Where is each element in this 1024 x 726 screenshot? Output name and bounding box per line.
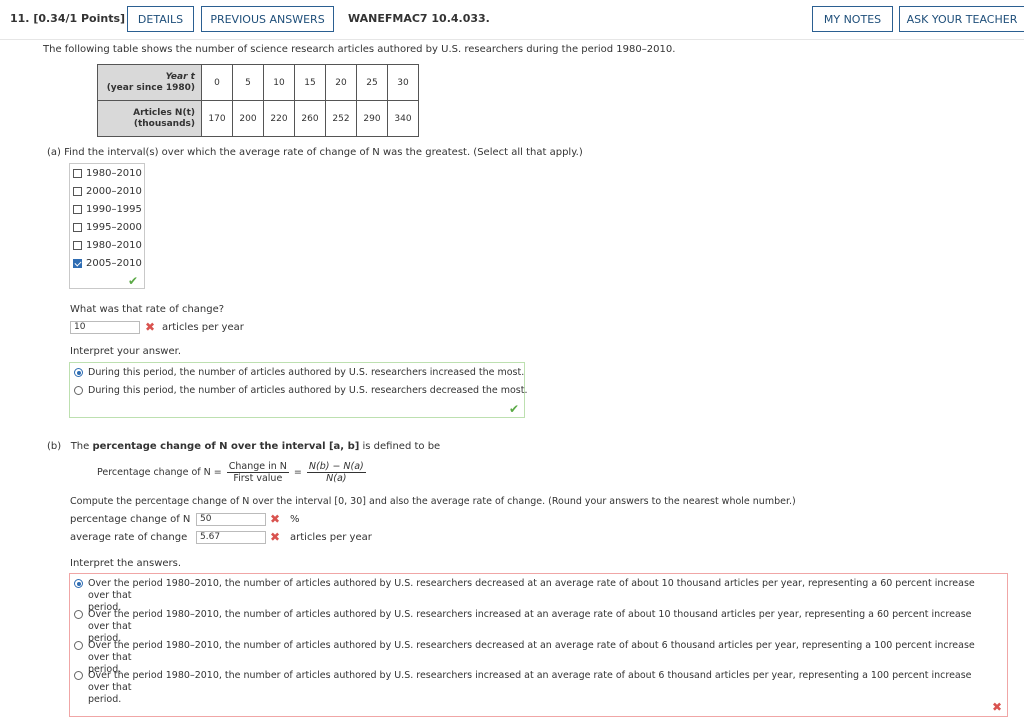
table-cell: 30 — [387, 64, 419, 101]
incorrect-x-icon: ✖ — [145, 320, 156, 334]
compute-text: Compute the percentage change of N over … — [70, 496, 796, 507]
incorrect-x-icon: ✖ — [270, 512, 281, 526]
question-header: 11. [0.34/1 Points] DETAILS PREVIOUS ANS… — [0, 0, 1024, 40]
checkbox-label: 2000–2010 — [86, 185, 142, 197]
fraction-1: Change in N First value — [226, 461, 289, 484]
radio-option[interactable]: During this period, the number of articl… — [74, 385, 527, 397]
checkbox[interactable] — [73, 204, 82, 214]
pct-label: percentage change of N — [70, 514, 191, 525]
part-a-prompt: (a) Find the interval(s) over which the … — [47, 147, 583, 158]
radio-label: During this period, the number of articl… — [88, 367, 525, 378]
intro-text: The following table shows the number of … — [43, 44, 676, 55]
table-cell: 10 — [263, 64, 295, 101]
equals-sign: = — [293, 467, 302, 478]
table-cell: 252 — [325, 100, 357, 137]
articles-header-line2: (thousands) — [133, 118, 195, 129]
percentage-formula: Percentage change of N = Change in N Fir… — [97, 461, 371, 484]
table-cell: 25 — [356, 64, 388, 101]
checkbox-option[interactable]: 2005–2010 — [73, 256, 142, 270]
correct-check-icon: ✔ — [128, 274, 139, 288]
table-cell: 340 — [387, 100, 419, 137]
checkbox-label: 1980–2010 — [86, 167, 142, 179]
year-header-line1: Year t — [165, 71, 195, 82]
radio[interactable] — [74, 671, 83, 680]
avg-unit: articles per year — [290, 532, 372, 543]
table-cell: 15 — [294, 64, 326, 101]
radio-line1: Over the period 1980–2010, the number of… — [88, 578, 975, 601]
checkbox-label: 2005–2010 — [86, 257, 142, 269]
prompt-post: is defined to be — [359, 441, 441, 452]
frac1-denominator: First value — [233, 473, 283, 484]
checkbox-label: 1995–2000 — [86, 221, 142, 233]
radio-option[interactable]: Over the period 1980–2010, the number of… — [74, 670, 994, 706]
avg-input[interactable]: 5.67 — [196, 531, 266, 544]
table-cell: 170 — [201, 100, 233, 137]
articles-header-line1: Articles N(t) — [133, 107, 195, 118]
details-button[interactable]: DETAILS — [127, 6, 194, 32]
radio-line1: Over the period 1980–2010, the number of… — [88, 670, 972, 693]
table-cell: 0 — [201, 64, 233, 101]
checkbox[interactable] — [73, 222, 82, 232]
part-b-prompt: (b) The percentage change of N over the … — [47, 441, 440, 452]
pct-input[interactable]: 50 — [196, 513, 266, 526]
ask-teacher-button[interactable]: ASK YOUR TEACHER — [899, 6, 1024, 32]
frac2-numerator: N(b) − N(a) — [306, 461, 366, 473]
checkbox-option[interactable]: 1980–2010 — [73, 238, 142, 252]
data-table: Year t (year since 1980) 0 5 10 15 20 25… — [97, 64, 419, 137]
radio[interactable] — [74, 386, 83, 395]
pct-unit: % — [290, 514, 300, 525]
radio[interactable] — [74, 610, 83, 619]
correct-check-icon: ✔ — [509, 402, 520, 416]
table-cell: 260 — [294, 100, 326, 137]
radio-option[interactable]: During this period, the number of articl… — [74, 367, 524, 379]
incorrect-x-icon: ✖ — [992, 700, 1003, 714]
interpret-label-a: Interpret your answer. — [70, 346, 182, 357]
question-number: 11. [0.34/1 Points] — [10, 12, 126, 25]
checkbox-label: 1980–2010 — [86, 239, 142, 251]
checkbox-checked[interactable] — [73, 258, 82, 268]
articles-header: Articles N(t) (thousands) — [97, 100, 202, 137]
formula-lhs: Percentage change of N = — [97, 467, 222, 478]
previous-answers-button[interactable]: PREVIOUS ANSWERS — [201, 6, 334, 32]
question-code: WANEFMAC7 10.4.033. — [348, 12, 490, 25]
table-cell: 290 — [356, 100, 388, 137]
radio[interactable] — [74, 641, 83, 650]
table-cell: 200 — [232, 100, 264, 137]
checkbox-label: 1990–1995 — [86, 203, 142, 215]
radio-line2: period. — [88, 694, 122, 705]
part-b-label: (b) — [47, 441, 62, 452]
radio-label: During this period, the number of articl… — [88, 385, 528, 396]
fraction-2: N(b) − N(a) N(a) — [306, 461, 366, 484]
table-row: Year t (year since 1980) 0 5 10 15 20 25… — [97, 64, 419, 101]
year-header: Year t (year since 1980) — [97, 64, 202, 101]
frac1-numerator: Change in N — [226, 461, 289, 473]
checkbox-option[interactable]: 2000–2010 — [73, 184, 142, 198]
incorrect-x-icon: ✖ — [270, 530, 281, 544]
rate-question: What was that rate of change? — [70, 304, 225, 315]
checkbox-option[interactable]: 1990–1995 — [73, 202, 142, 216]
rate-unit: articles per year — [162, 322, 244, 333]
table-row: Articles N(t) (thousands) 170 200 220 26… — [97, 100, 419, 137]
radio-line1: Over the period 1980–2010, the number of… — [88, 640, 975, 663]
my-notes-button[interactable]: MY NOTES — [812, 6, 893, 32]
avg-label: average rate of change — [70, 532, 188, 543]
checkbox[interactable] — [73, 168, 82, 178]
checkbox-option[interactable]: 1980–2010 — [73, 166, 142, 180]
frac2-denominator: N(a) — [326, 473, 347, 484]
table-cell: 5 — [232, 64, 264, 101]
radio-line1: Over the period 1980–2010, the number of… — [88, 609, 972, 632]
radio-selected[interactable] — [74, 368, 83, 377]
checkbox[interactable] — [73, 186, 82, 196]
table-cell: 220 — [263, 100, 295, 137]
radio-label: Over the period 1980–2010, the number of… — [88, 670, 994, 706]
prompt-bold: percentage change of N over the interval… — [92, 441, 360, 452]
year-header-line2: (year since 1980) — [106, 82, 195, 93]
rate-input[interactable]: 10 — [70, 321, 140, 334]
table-cell: 20 — [325, 64, 357, 101]
checkbox[interactable] — [73, 240, 82, 250]
interpret-label-b: Interpret the answers. — [70, 558, 182, 569]
prompt-pre: The — [70, 441, 93, 452]
radio-selected[interactable] — [74, 579, 83, 588]
checkbox-option[interactable]: 1995–2000 — [73, 220, 142, 234]
